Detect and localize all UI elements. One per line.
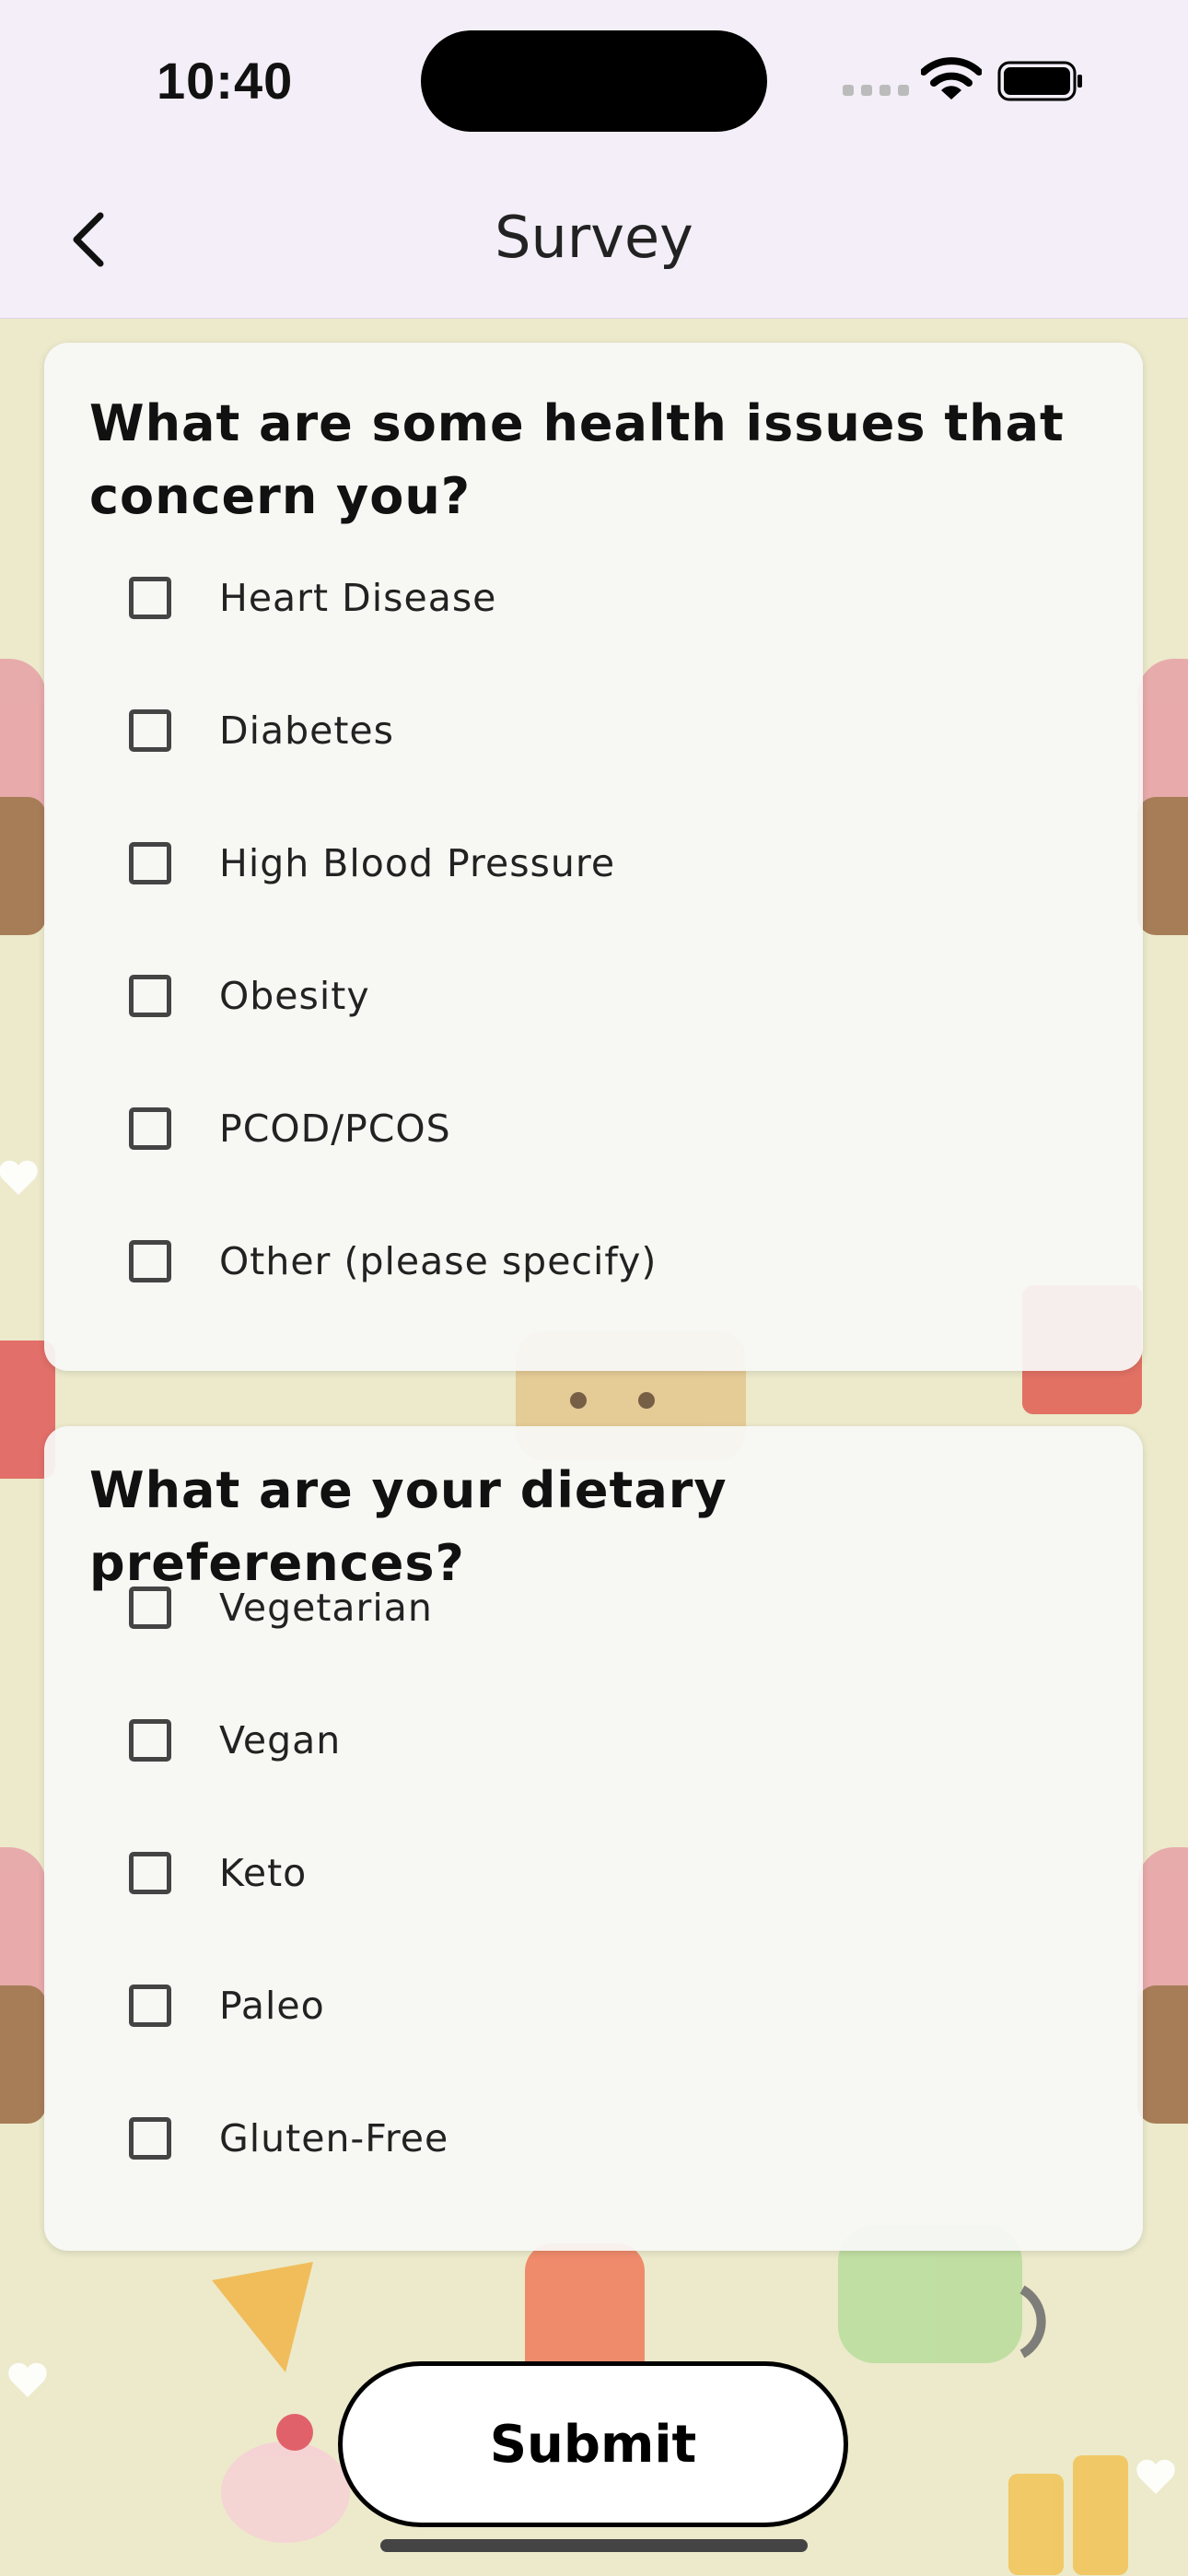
home-indicator — [380, 2539, 808, 2552]
option-vegan[interactable]: Vegan — [129, 1694, 1050, 1786]
option-paleo[interactable]: Paleo — [129, 1960, 1050, 2052]
option-pcod-pcos[interactable]: PCOD/PCOS — [129, 1083, 1050, 1175]
checkbox[interactable] — [129, 1985, 171, 2027]
option-label: High Blood Pressure — [219, 841, 616, 885]
option-label: Gluten-Free — [219, 2116, 449, 2160]
checkbox[interactable] — [129, 1107, 171, 1150]
option-diabetes[interactable]: Diabetes — [129, 685, 1050, 777]
wifi-icon — [921, 57, 982, 100]
checkbox[interactable] — [129, 1240, 171, 1282]
checkbox[interactable] — [129, 577, 171, 619]
option-label: PCOD/PCOS — [219, 1107, 451, 1151]
signal-icon — [843, 85, 909, 96]
option-other[interactable]: Other (please specify) — [129, 1215, 1050, 1307]
question-title: What are some health issues that concern… — [89, 394, 1065, 525]
option-label: Vegan — [219, 1718, 342, 1762]
option-label: Obesity — [219, 974, 370, 1018]
question-card-health: What are some health issues that concern… — [44, 343, 1143, 1371]
option-heart-disease[interactable]: Heart Disease — [129, 552, 1050, 644]
checkbox[interactable] — [129, 1852, 171, 1894]
option-label: Paleo — [219, 1984, 325, 2028]
checkbox[interactable] — [129, 1719, 171, 1762]
option-label: Vegetarian — [219, 1586, 433, 1630]
option-gluten-free[interactable]: Gluten-Free — [129, 2092, 1050, 2184]
option-high-blood-pressure[interactable]: High Blood Pressure — [129, 817, 1050, 909]
checkbox[interactable] — [129, 1587, 171, 1629]
submit-button[interactable]: Submit — [338, 2361, 848, 2527]
option-label: Diabetes — [219, 708, 394, 753]
status-bar: 10:40 — [0, 0, 1188, 161]
checkbox[interactable] — [129, 709, 171, 752]
status-time: 10:40 — [157, 52, 294, 110]
checkbox[interactable] — [129, 975, 171, 1017]
option-label: Heart Disease — [219, 576, 497, 620]
option-obesity[interactable]: Obesity — [129, 950, 1050, 1042]
option-label: Keto — [219, 1851, 308, 1895]
question-card-diet: What are your dietary preferences? Veget… — [44, 1426, 1143, 2251]
option-vegetarian[interactable]: Vegetarian — [129, 1562, 1050, 1654]
checkbox[interactable] — [129, 842, 171, 884]
checkbox[interactable] — [129, 2117, 171, 2160]
battery-icon — [997, 61, 1082, 101]
option-keto[interactable]: Keto — [129, 1827, 1050, 1919]
option-label: Other (please specify) — [219, 1239, 658, 1283]
page-title: Survey — [495, 204, 693, 271]
nav-bar: Survey — [0, 161, 1188, 319]
dynamic-island — [421, 30, 767, 132]
